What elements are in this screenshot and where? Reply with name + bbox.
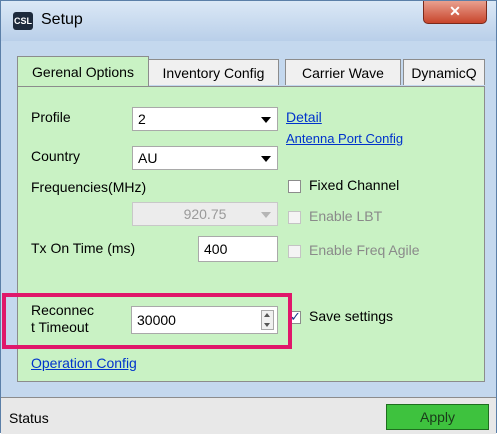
app-icon: CSL [13,12,33,30]
tab-dynamicq[interactable]: DynamicQ [403,59,485,85]
chevron-down-icon [261,212,271,218]
window-title: Setup [41,11,83,28]
chevron-down-icon [261,156,271,162]
chevron-down-icon [261,117,271,123]
fixed-channel-label: Fixed Channel [309,177,400,193]
antenna-port-config-link[interactable]: Antenna Port Config [286,131,403,146]
tab-inventory-config[interactable]: Inventory Config [148,59,279,85]
frequency-dropdown[interactable]: 920.75 [132,202,278,226]
operation-config-link[interactable]: Operation Config [31,355,137,371]
profile-dropdown[interactable]: 2 [132,107,278,131]
enable-freq-agile-checkbox[interactable] [288,245,301,258]
apply-button[interactable]: Apply [386,404,489,430]
frequencies-label: Frequencies(MHz) [31,179,147,195]
enable-lbt-label: Enable LBT [309,208,383,224]
enable-lbt-checkbox[interactable] [288,211,301,224]
detail-link[interactable]: Detail [286,109,322,125]
profile-label: Profile [31,109,71,125]
tab-carrier-wave[interactable]: Carrier Wave [285,59,401,85]
tx-on-time-label: Tx On Time (ms) [31,240,136,256]
status-text: Status [9,410,49,426]
close-button[interactable]: ✕ [423,1,487,24]
save-settings-label: Save settings [309,308,394,324]
tab-general-options[interactable]: Gerenal Options [17,56,149,86]
tx-on-time-input[interactable]: 400 [198,236,278,262]
country-label: Country [31,148,81,164]
enable-freq-agile-label: Enable Freq Agile [309,242,420,258]
country-value: AU [138,150,158,166]
title-bar: CSL Setup ✕ [1,1,496,41]
frequency-value: 920.75 [183,206,227,222]
country-dropdown[interactable]: AU [132,146,278,170]
fixed-channel-checkbox[interactable] [288,180,301,193]
highlight-box [2,293,292,349]
status-bar: Status Apply [1,397,496,434]
setup-window: CSL Setup ✕ Gerenal Options Inventory Co… [0,0,497,434]
profile-value: 2 [138,111,146,127]
